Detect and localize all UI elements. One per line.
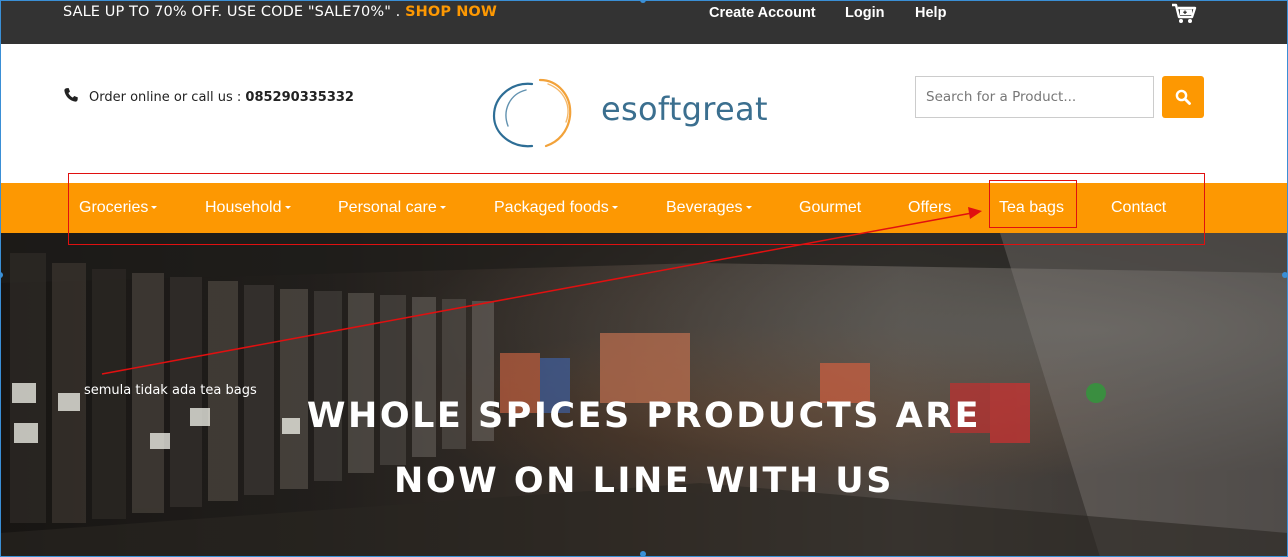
main-nav: Groceries Household Personal care Packag… [0, 183, 1288, 233]
nav-item-gourmet[interactable]: Gourmet [799, 199, 861, 217]
logo-mark-icon [492, 78, 572, 148]
help-link[interactable]: Help [915, 5, 946, 21]
promo-text: SALE UP TO 70% OFF. USE CODE "SALE70%" . [63, 4, 406, 20]
nav-item-packaged-foods[interactable]: Packaged foods [494, 199, 618, 217]
top-bar: SALE UP TO 70% OFF. USE CODE "SALE70%" .… [0, 0, 1288, 44]
nav-label: Packaged foods [494, 199, 609, 216]
nav-item-tea-bags[interactable]: Tea bags [999, 199, 1064, 217]
caret-down-icon [439, 206, 446, 210]
nav-label: Household [205, 199, 282, 216]
nav-item-household[interactable]: Household [205, 199, 291, 217]
nav-item-personal-care[interactable]: Personal care [338, 199, 446, 217]
promo-banner: SALE UP TO 70% OFF. USE CODE "SALE70%" .… [63, 4, 497, 20]
search-input[interactable] [915, 76, 1154, 118]
nav-item-groceries[interactable]: Groceries [79, 199, 158, 217]
phone-label: Order online or call us : [89, 90, 246, 105]
nav-item-beverages[interactable]: Beverages [666, 199, 752, 217]
hero-title-line-2: NOW ON LINE WITH US [394, 461, 894, 501]
caret-down-icon [745, 206, 752, 210]
phone-number: 085290335332 [245, 90, 354, 105]
phone-icon [63, 87, 79, 103]
caret-down-icon [151, 206, 158, 210]
search-icon [1175, 89, 1191, 105]
nav-label: Beverages [666, 199, 743, 216]
create-account-link[interactable]: Create Account [709, 5, 816, 21]
order-phone-text: Order online or call us : 085290335332 [89, 90, 354, 105]
search-button[interactable] [1162, 76, 1204, 118]
hero-title-line-1: WHOLE SPICES PRODUCTS ARE [306, 396, 982, 436]
annotation-note: semula tidak ada tea bags [84, 383, 257, 398]
nav-label: Personal care [338, 199, 437, 216]
shop-now-link[interactable]: SHOP NOW [405, 4, 497, 20]
site-logo[interactable]: esoftgreat [490, 76, 780, 152]
nav-label: Groceries [79, 199, 149, 216]
caret-down-icon [284, 206, 291, 210]
nav-item-contact[interactable]: Contact [1111, 199, 1166, 217]
login-link[interactable]: Login [845, 5, 884, 21]
caret-down-icon [611, 206, 618, 210]
nav-item-offers[interactable]: Offers [908, 199, 951, 217]
logo-text: esoftgreat [601, 90, 768, 128]
cart-icon[interactable] [1171, 3, 1197, 25]
